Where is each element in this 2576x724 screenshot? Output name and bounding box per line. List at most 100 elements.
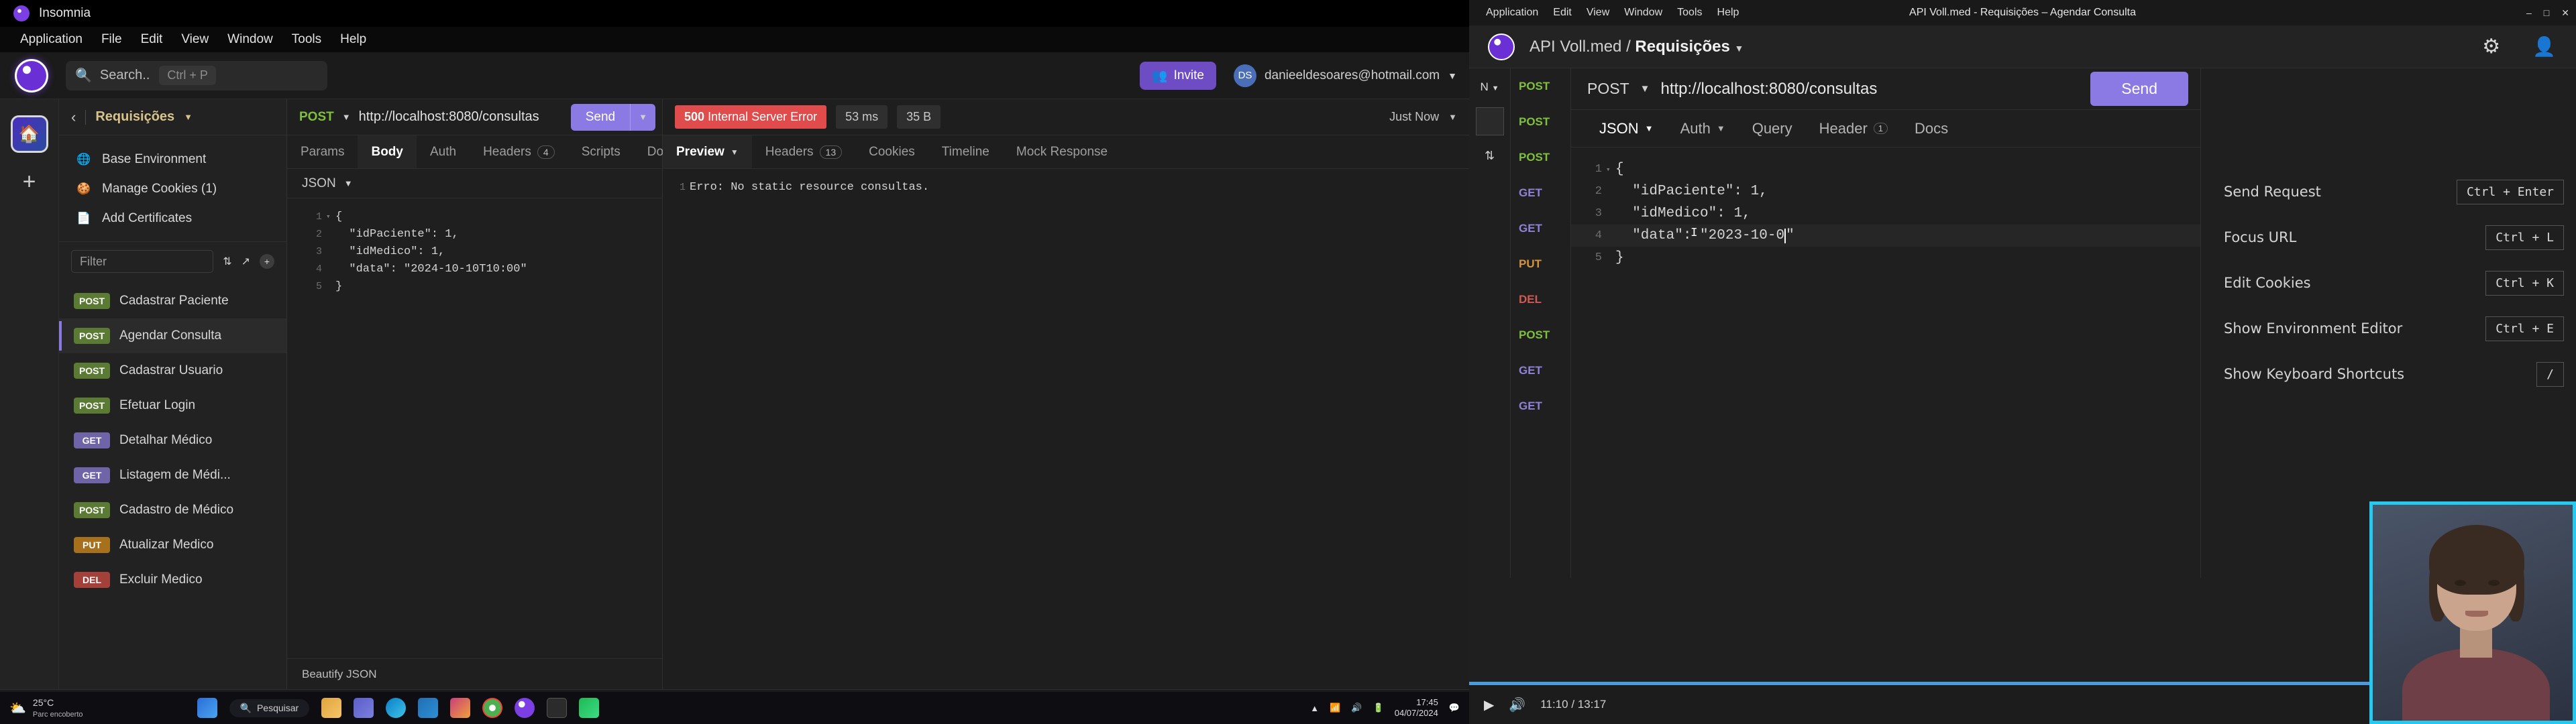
breadcrumb-workspace[interactable]: Requisições	[1635, 38, 1729, 56]
beautify-json-button[interactable]: Beautify JSON	[287, 658, 662, 689]
teams-icon[interactable]	[354, 698, 374, 718]
minimize-icon[interactable]: –	[2526, 7, 2532, 19]
send-button[interactable]: Send	[2090, 72, 2188, 106]
tab-docs[interactable]: Docs	[1901, 110, 1962, 147]
back-icon[interactable]: ‹	[71, 109, 76, 126]
terminal-icon[interactable]	[547, 698, 568, 718]
list-item[interactable]: PUT Atualizar Medico	[59, 528, 286, 562]
add-project-button[interactable]: +	[23, 170, 36, 193]
gear-icon[interactable]: ⚙	[2482, 35, 2500, 58]
intellij-icon[interactable]	[450, 698, 471, 718]
menu-item-edit[interactable]: Edit	[1546, 5, 1579, 20]
home-button[interactable]: 🏠	[10, 115, 48, 153]
taskbar-search[interactable]: 🔍 Pesquisar	[229, 699, 310, 717]
edge-icon[interactable]	[386, 698, 407, 718]
add-request-icon[interactable]: +	[260, 254, 274, 269]
maximize-icon[interactable]: □	[2544, 7, 2549, 19]
filter-input[interactable]: Filter	[71, 250, 214, 273]
body-type-selector[interactable]: JSON ▼	[287, 169, 662, 198]
request-method[interactable]: POST	[1587, 80, 1629, 98]
menu-item-application[interactable]: Application	[1479, 5, 1546, 20]
chevron-up-icon[interactable]: ▲	[1310, 703, 1319, 713]
taskbar-weather[interactable]: ⛅ 25°C Parc encoberto	[9, 697, 83, 719]
search-input[interactable]: 🔍 Search.. Ctrl + P	[66, 60, 327, 90]
chevron-down-icon[interactable]: ▼	[1640, 83, 1650, 95]
tab-params[interactable]: Params	[287, 135, 358, 168]
list-item[interactable]: POST Cadastrar Paciente	[59, 284, 286, 318]
send-button[interactable]: Send ▼	[570, 103, 655, 131]
list-item[interactable]: GET Listagem de Médi...	[59, 458, 286, 493]
list-item[interactable]: POST Cadastrar Usuario	[59, 353, 286, 388]
tab-json[interactable]: JSON ▼	[1586, 110, 1667, 147]
start-icon[interactable]	[197, 698, 217, 718]
vscode-icon[interactable]	[418, 698, 439, 718]
invite-button[interactable]: 👥 Invite	[1139, 61, 1216, 90]
chevron-down-icon[interactable]: ▼	[1734, 43, 1743, 54]
sidebar-item-add-certificates[interactable]: 📄 Add Certificates	[59, 204, 286, 233]
tab-preview[interactable]: Preview ▼	[663, 135, 752, 168]
chevron-down-icon[interactable]: ▼	[342, 112, 351, 122]
tab-auth[interactable]: Auth	[417, 135, 470, 168]
music-icon[interactable]	[579, 698, 600, 718]
request-method[interactable]: POST	[299, 110, 334, 125]
tab-cookies[interactable]: Cookies	[855, 135, 928, 168]
video-body-editor[interactable]: 1 ▾ { 2 "idPaciente": 1, 3 "idMedico": 1…	[1571, 147, 2200, 578]
account-menu[interactable]: DS danieeldesoares@hotmail.com ▼	[1233, 64, 1457, 87]
url-input[interactable]: http://localhost:8080/consultas	[359, 109, 563, 125]
chevron-down-icon[interactable]: ▼	[1492, 84, 1499, 93]
menu-item-help[interactable]: Help	[331, 29, 376, 50]
tab-body[interactable]: Body	[358, 135, 417, 168]
volume-icon[interactable]: 🔊	[1509, 697, 1525, 713]
expand-icon[interactable]: ↗	[241, 255, 250, 268]
list-item[interactable]: POST Efetuar Login	[59, 388, 286, 423]
tab-response-headers[interactable]: Headers 13	[752, 135, 855, 168]
list-item[interactable]: POST Cadastro de Médico	[59, 493, 286, 528]
tab-header[interactable]: Header 1	[1806, 110, 1901, 147]
sort-icon[interactable]: ⇅	[1485, 149, 1495, 163]
avatar[interactable]: 👤	[2532, 36, 2556, 58]
battery-icon[interactable]: 🔋	[1373, 703, 1384, 713]
menu-item-view[interactable]: View	[1579, 5, 1617, 20]
menu-item-application[interactable]: Application	[11, 29, 92, 50]
menu-item-window[interactable]: Window	[218, 29, 282, 50]
list-item[interactable]: GET Detalhar Médico	[59, 423, 286, 458]
list-item[interactable]: POST Agendar Consulta	[59, 318, 286, 353]
breadcrumb-prefix[interactable]: API Voll.med /	[1529, 38, 1631, 56]
workspace-name[interactable]: Requisições	[95, 109, 174, 125]
chevron-down-icon[interactable]: ▼	[631, 112, 655, 122]
tab-query[interactable]: Query	[1739, 110, 1806, 147]
url-input[interactable]: http://localhost:8080/consultas	[1660, 80, 2080, 99]
sidebar-item-manage-cookies[interactable]: 🍪 Manage Cookies (1)	[59, 174, 286, 204]
volume-icon[interactable]: 🔊	[1351, 703, 1362, 713]
fold-icon[interactable]: ▾	[326, 212, 335, 221]
chevron-down-icon[interactable]: ▼	[184, 112, 193, 122]
chrome-icon[interactable]	[482, 698, 503, 718]
menu-item-view[interactable]: View	[172, 29, 218, 50]
play-icon[interactable]: ▶	[1484, 697, 1494, 713]
tab-mock-response[interactable]: Mock Response	[1003, 135, 1121, 168]
list-item[interactable]: DEL Excluir Medico	[59, 562, 286, 597]
response-timestamp[interactable]: Just Now	[1389, 110, 1439, 124]
tab-auth[interactable]: Auth ▼	[1667, 110, 1739, 147]
sidebar-item-base-environment[interactable]: 🌐 Base Environment	[59, 145, 286, 174]
notifications-icon[interactable]: 💬	[1449, 703, 1460, 713]
insomnia-taskbar-icon[interactable]	[515, 698, 535, 718]
request-body-editor[interactable]: 1 ▾ { 2 "idPaciente": 1, 3 "idMedico": 1…	[287, 198, 662, 658]
menu-item-file[interactable]: File	[92, 29, 131, 50]
menu-item-tools[interactable]: Tools	[282, 29, 331, 50]
menu-item-tools[interactable]: Tools	[1670, 5, 1709, 20]
tab-timeline[interactable]: Timeline	[928, 135, 1003, 168]
menu-item-window[interactable]: Window	[1617, 5, 1670, 20]
fold-icon[interactable]: ▾	[1606, 165, 1615, 174]
menu-item-help[interactable]: Help	[1710, 5, 1747, 20]
tab-scripts[interactable]: Scripts	[568, 135, 634, 168]
insomnia-brand-icon[interactable]	[15, 58, 48, 93]
menu-item-edit[interactable]: Edit	[131, 29, 172, 50]
sort-icon[interactable]: ⇅	[223, 255, 231, 268]
wifi-icon[interactable]: 📶	[1330, 703, 1340, 713]
tab-headers[interactable]: Headers 4	[470, 135, 568, 168]
filter-input[interactable]	[1475, 107, 1504, 135]
chevron-down-icon[interactable]: ▼	[1448, 112, 1457, 122]
close-icon[interactable]: ✕	[2561, 7, 2569, 19]
taskbar-clock[interactable]: 17:45 04/07/2024	[1395, 697, 1438, 718]
